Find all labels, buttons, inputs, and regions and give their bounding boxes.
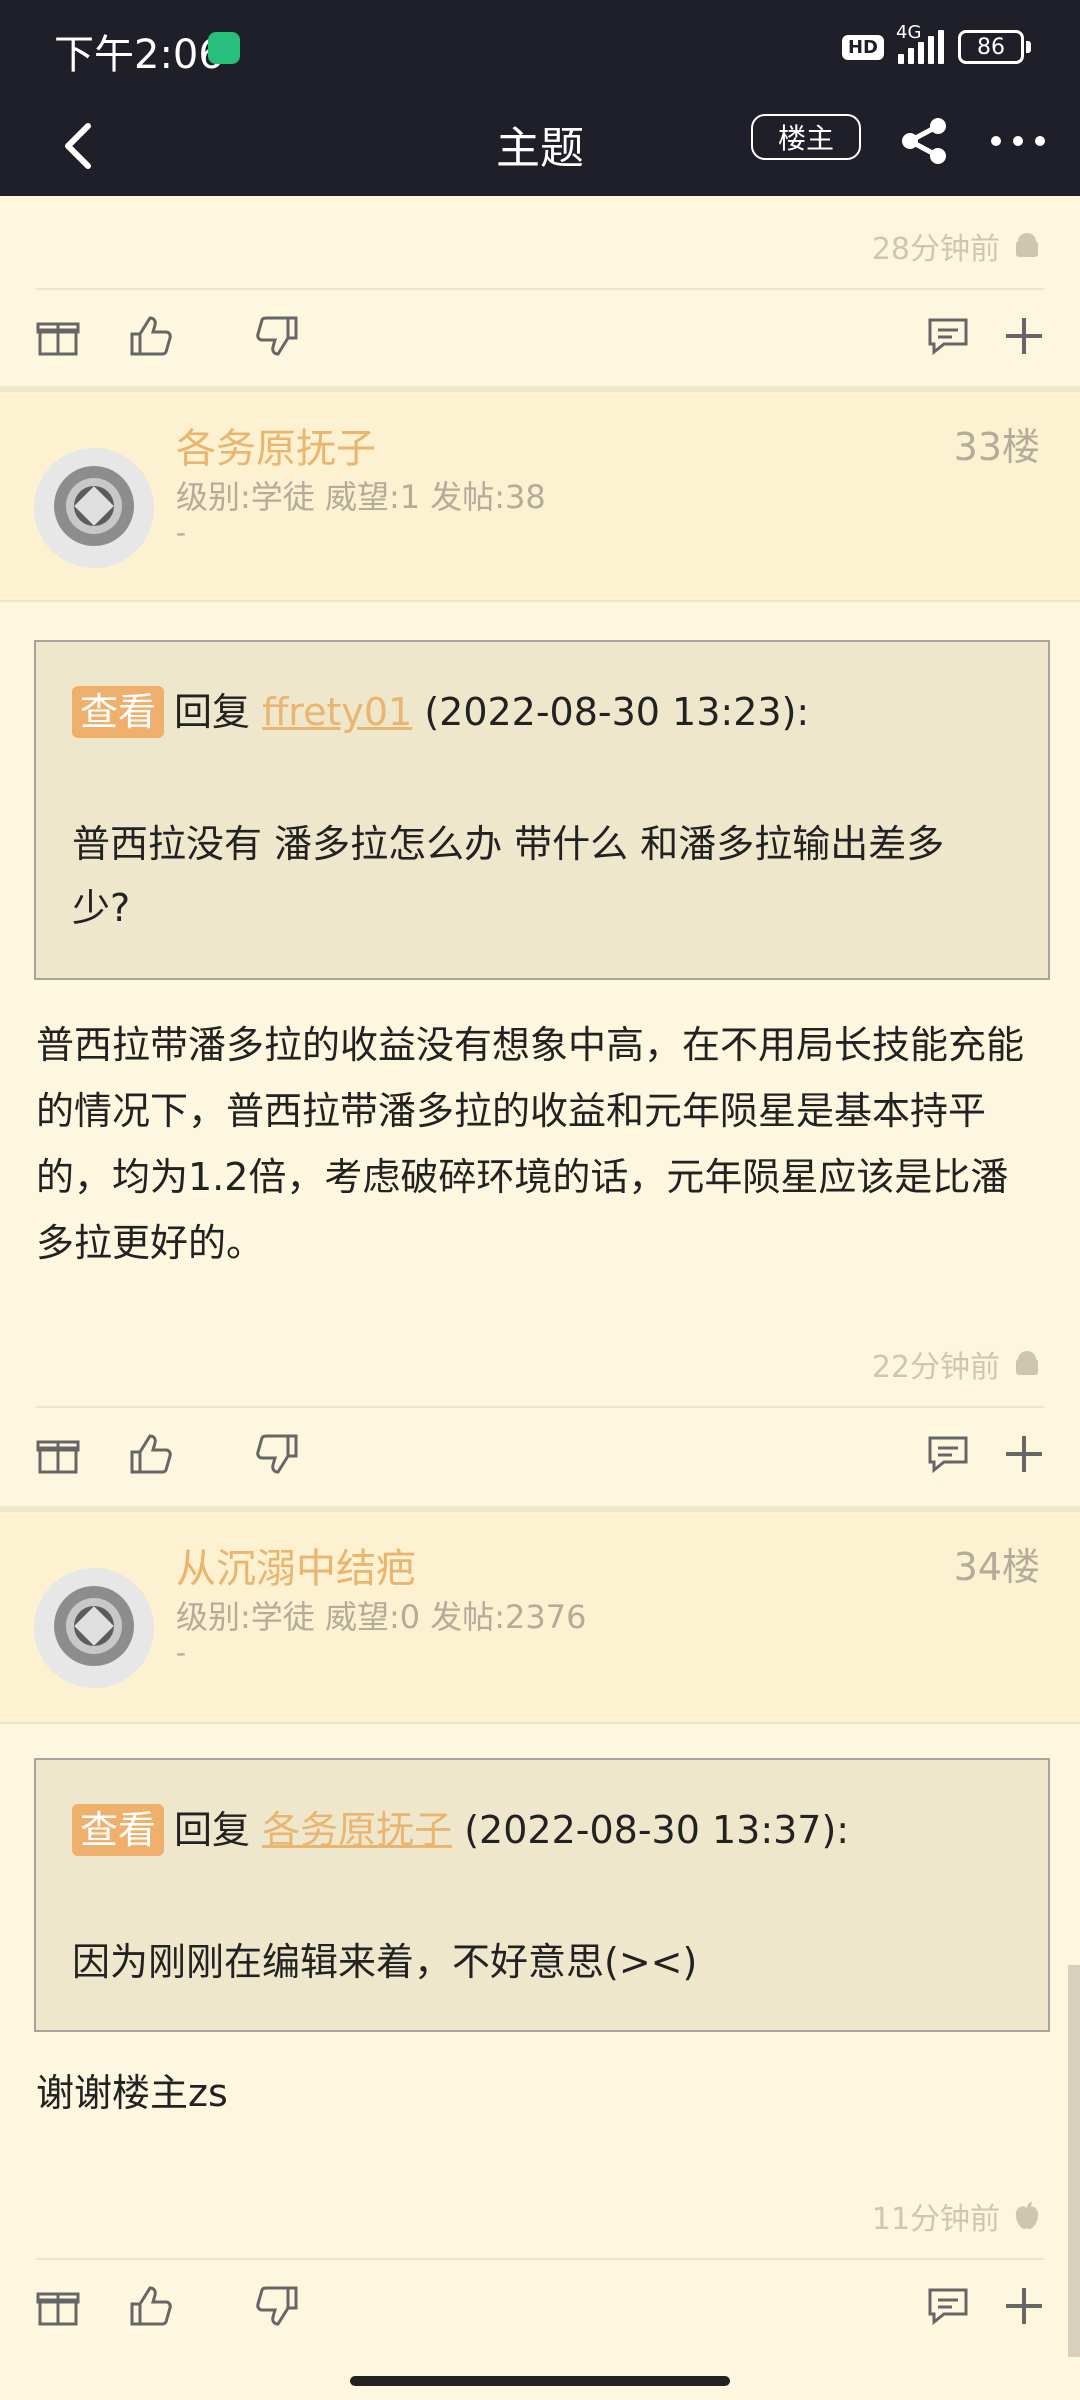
divider (0, 600, 1080, 602)
status-time: 下午2:06 (54, 32, 224, 78)
thumbs-down-icon[interactable] (254, 312, 302, 360)
thumbs-up-icon[interactable] (126, 1430, 174, 1478)
thumbs-up-icon[interactable] (126, 312, 174, 360)
gift-icon[interactable] (34, 312, 82, 360)
status-bar: 下午2:06 HD 4G 86 (0, 0, 1080, 98)
network-type: 4G (896, 22, 922, 43)
post-actions (0, 2262, 1080, 2362)
add-icon[interactable] (1000, 2282, 1048, 2330)
home-indicator[interactable] (350, 2376, 730, 2386)
more-icon[interactable] (986, 112, 1050, 170)
signal-icon: 4G (896, 22, 944, 64)
comment-icon[interactable] (924, 2282, 972, 2330)
quote-date: (2022-08-30 13:37): (464, 1808, 850, 1852)
android-icon (1016, 1351, 1038, 1375)
avatar[interactable] (34, 448, 154, 568)
shield-icon (208, 32, 240, 64)
quote-date: (2022-08-30 13:23): (424, 690, 810, 734)
post-time: 22分钟前 (871, 1350, 1000, 1385)
post-actions (0, 1410, 1080, 1510)
avatar[interactable] (34, 1568, 154, 1688)
thumbs-up-icon[interactable] (126, 2282, 174, 2330)
reply-label: 回复 (174, 690, 251, 734)
post-body: 谢谢楼主zs (36, 2071, 228, 2115)
view-quote-button[interactable]: 查看 (72, 686, 165, 738)
comment-icon[interactable] (924, 1430, 972, 1478)
post-username[interactable]: 各务原抚子 (176, 416, 376, 474)
comment-icon[interactable] (924, 312, 972, 360)
quote-box: 查看 回复 ffrety01 (2022-08-30 13:23): 普西拉没有 … (34, 640, 1050, 980)
user-signature: - (176, 1636, 187, 1669)
user-meta: 级别:学徒 威望:0 发帖:2376 (176, 1598, 587, 1636)
reply-user-link[interactable]: 各务原抚子 (262, 1808, 452, 1852)
quote-box: 查看 回复 各务原抚子 (2022-08-30 13:37): 因为刚刚在编辑来着… (34, 1758, 1050, 2032)
view-quote-button[interactable]: 查看 (72, 1804, 165, 1856)
post-header: 各务原抚子 级别:学徒 威望:1 发帖:38 - 33楼 (0, 392, 1080, 602)
gift-icon[interactable] (34, 2282, 82, 2330)
apple-icon (1015, 2202, 1039, 2229)
divider (36, 288, 1044, 290)
post-header: 从沉溺中结疤 级别:学徒 威望:0 发帖:2376 - 34楼 (0, 1512, 1080, 1722)
hd-badge: HD (841, 34, 884, 60)
owner-only-button[interactable]: 楼主 (751, 114, 861, 160)
add-icon[interactable] (1000, 312, 1048, 360)
user-meta: 级别:学徒 威望:1 发帖:38 (176, 478, 546, 516)
post-time: 28分钟前 (871, 232, 1000, 267)
post-time-row: 28分钟前 (872, 224, 1044, 268)
post-actions (0, 292, 1080, 392)
battery-icon: 86 (958, 30, 1031, 64)
reply-label: 回复 (174, 1808, 251, 1852)
thumbs-down-icon[interactable] (254, 1430, 302, 1478)
divider (0, 1722, 1080, 1724)
share-icon[interactable] (896, 112, 954, 170)
thumbs-down-icon[interactable] (254, 2282, 302, 2330)
android-icon (1016, 233, 1038, 257)
divider (36, 1406, 1044, 1408)
post-time: 11分钟前 (871, 2202, 1000, 2237)
nav-bar: 主题 楼主 (0, 98, 1080, 196)
status-indicators: HD 4G 86 (841, 22, 1031, 64)
post-body: 普西拉带潘多拉的收益没有想象中高，在不用局长技能充能的情况下，普西拉带潘多拉的收… (36, 1023, 1025, 1265)
battery-level: 86 (977, 34, 1005, 60)
add-icon[interactable] (1000, 1430, 1048, 1478)
scrollbar[interactable] (1068, 1965, 1080, 2357)
floor-number: 33楼 (953, 425, 1040, 469)
divider (36, 2258, 1044, 2260)
floor-number: 34楼 (953, 1545, 1040, 1589)
post-username[interactable]: 从沉溺中结疤 (176, 1536, 416, 1594)
quote-text: 因为刚刚在编辑来着，不好意思(><) (72, 1940, 698, 1984)
reply-user-link[interactable]: ffrety01 (262, 690, 412, 734)
gift-icon[interactable] (34, 1430, 82, 1478)
quote-text: 普西拉没有 潘多拉怎么办 带什么 和潘多拉输出差多少? (72, 822, 945, 930)
post-time-row: 11分钟前 (872, 2194, 1044, 2238)
user-signature: - (176, 516, 187, 549)
post-time-row: 22分钟前 (872, 1342, 1044, 1386)
